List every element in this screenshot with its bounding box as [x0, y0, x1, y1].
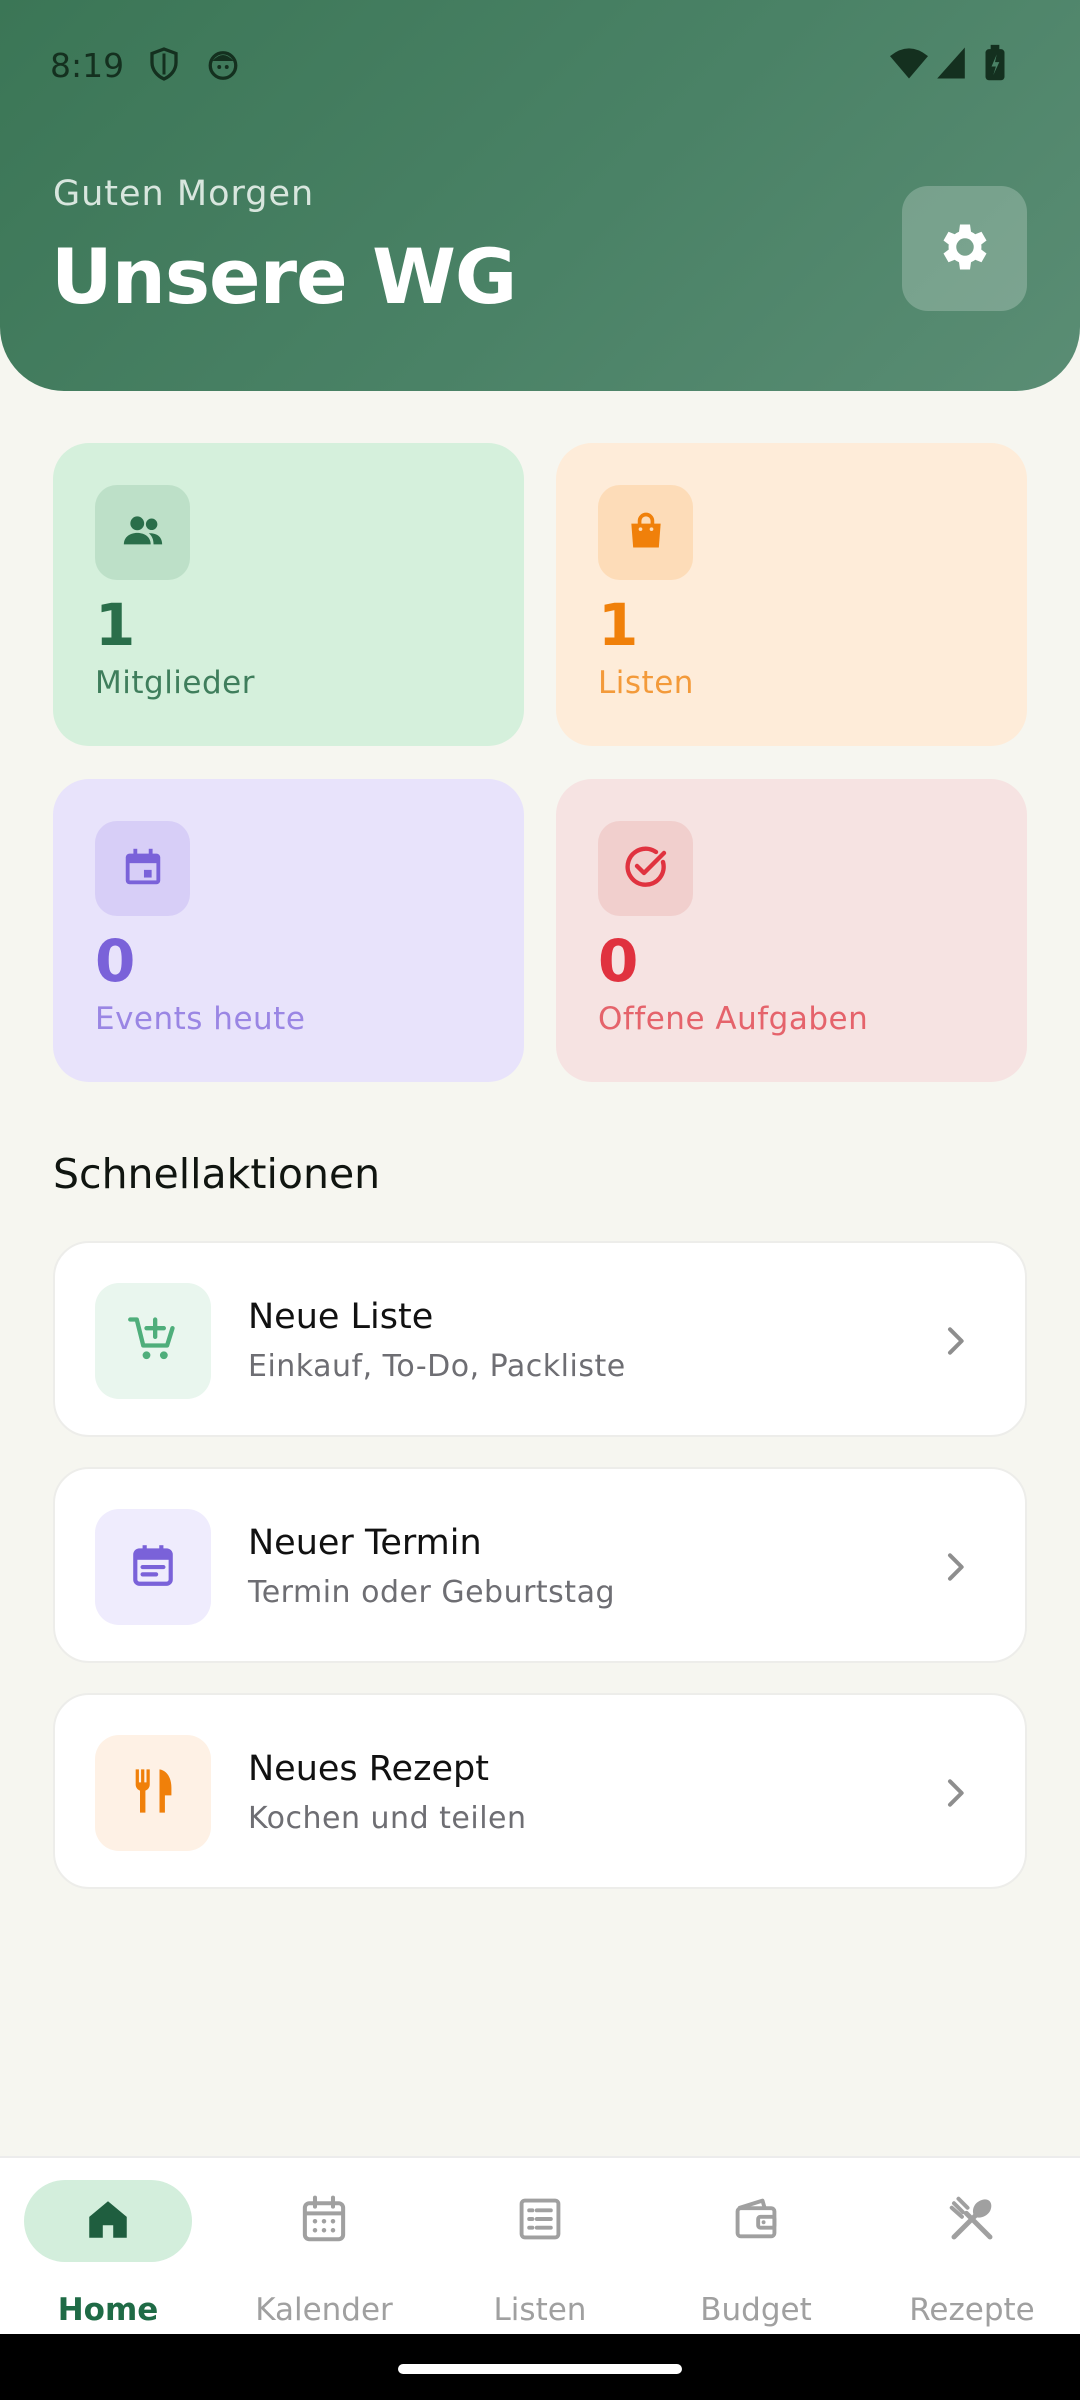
nav-label: Rezepte: [909, 2292, 1035, 2328]
stat-icon-box: [598, 485, 693, 580]
event-icon: [128, 1540, 178, 1594]
nav-item-lists[interactable]: Listen: [432, 2158, 648, 2336]
settings-button[interactable]: [902, 186, 1027, 311]
shield-icon: [146, 46, 182, 82]
stat-label: Listen: [598, 665, 694, 701]
group-icon: [120, 508, 166, 558]
home-icon: [83, 2194, 133, 2248]
quick-action-new-list[interactable]: Neue Liste Einkauf, To-Do, Packliste: [53, 1241, 1027, 1437]
action-title: Neuer Termin: [248, 1523, 482, 1563]
nav-label: Kalender: [255, 2292, 393, 2328]
nav-indicator: [24, 2180, 192, 2262]
action-subtitle: Termin oder Geburtstag: [248, 1575, 616, 1610]
stat-icon-box: [95, 485, 190, 580]
chevron-right-icon: [925, 1763, 985, 1823]
action-icon-box: [95, 1509, 211, 1625]
stat-label: Mitglieder: [95, 665, 255, 701]
stat-card-events[interactable]: 0 Events heute: [53, 779, 524, 1082]
stat-card-members[interactable]: 1 Mitglieder: [53, 443, 524, 746]
utensils-icon: [127, 1765, 179, 1821]
action-subtitle: Einkauf, To-Do, Packliste: [248, 1349, 626, 1384]
battery-icon: [982, 44, 1008, 82]
signal-icon: [933, 44, 969, 82]
gear-icon: [935, 217, 995, 281]
stat-label: Offene Aufgaben: [598, 1001, 869, 1037]
shopping-bag-icon: [624, 509, 668, 557]
home-gesture-handle[interactable]: [398, 2364, 682, 2374]
stat-value: 1: [598, 591, 639, 659]
nav-label: Listen: [493, 2292, 587, 2328]
stat-value: 1: [95, 591, 136, 659]
nav-indicator: [456, 2180, 624, 2262]
action-subtitle: Kochen und teilen: [248, 1801, 527, 1836]
wallet-icon: [730, 2193, 782, 2249]
status-time: 8:19: [50, 46, 125, 85]
calendar-icon: [297, 2192, 351, 2250]
cutlery-icon: [945, 2192, 999, 2250]
stat-card-open-tasks[interactable]: 0 Offene Aufgaben: [556, 779, 1027, 1082]
nav-indicator: [888, 2180, 1056, 2262]
stat-icon-box: [598, 821, 693, 916]
nav-item-recipes[interactable]: Rezepte: [864, 2158, 1080, 2336]
stat-value: 0: [598, 927, 639, 995]
action-title: Neue Liste: [248, 1297, 434, 1337]
action-icon-box: [95, 1735, 211, 1851]
stat-card-lists[interactable]: 1 Listen: [556, 443, 1027, 746]
header: 8:19 Guten Morgen Unsere WG: [0, 0, 1080, 391]
page-title: Unsere WG: [51, 232, 517, 321]
nav-item-home[interactable]: Home: [0, 2158, 216, 2336]
nav-indicator: [672, 2180, 840, 2262]
action-icon-box: [95, 1283, 211, 1399]
stat-icon-box: [95, 821, 190, 916]
stat-label: Events heute: [95, 1001, 306, 1037]
list-icon: [514, 2193, 566, 2249]
add-cart-icon: [127, 1313, 179, 1369]
nav-indicator: [240, 2180, 408, 2262]
nav-item-calendar[interactable]: Kalender: [216, 2158, 432, 2336]
action-title: Neues Rezept: [248, 1749, 489, 1789]
nav-label: Budget: [700, 2292, 812, 2328]
greeting-text: Guten Morgen: [53, 174, 315, 214]
nav-item-budget[interactable]: Budget: [648, 2158, 864, 2336]
stat-value: 0: [95, 927, 136, 995]
quick-action-new-event[interactable]: Neuer Termin Termin oder Geburtstag: [53, 1467, 1027, 1663]
system-gesture-bar: [0, 2334, 1080, 2400]
bottom-navigation: Home Kalender Listen Budget Rezepte: [0, 2156, 1080, 2334]
section-title-quick-actions: Schnellaktionen: [53, 1150, 381, 1198]
calendar-icon: [120, 844, 166, 894]
wifi-icon: [888, 44, 930, 82]
nav-label: Home: [57, 2292, 159, 2328]
quick-action-new-recipe[interactable]: Neues Rezept Kochen und teilen: [53, 1693, 1027, 1889]
assistant-icon: [205, 46, 241, 82]
check-circle-icon: [622, 843, 670, 895]
chevron-right-icon: [925, 1311, 985, 1371]
chevron-right-icon: [925, 1537, 985, 1597]
status-bar: 8:19: [0, 0, 1080, 130]
